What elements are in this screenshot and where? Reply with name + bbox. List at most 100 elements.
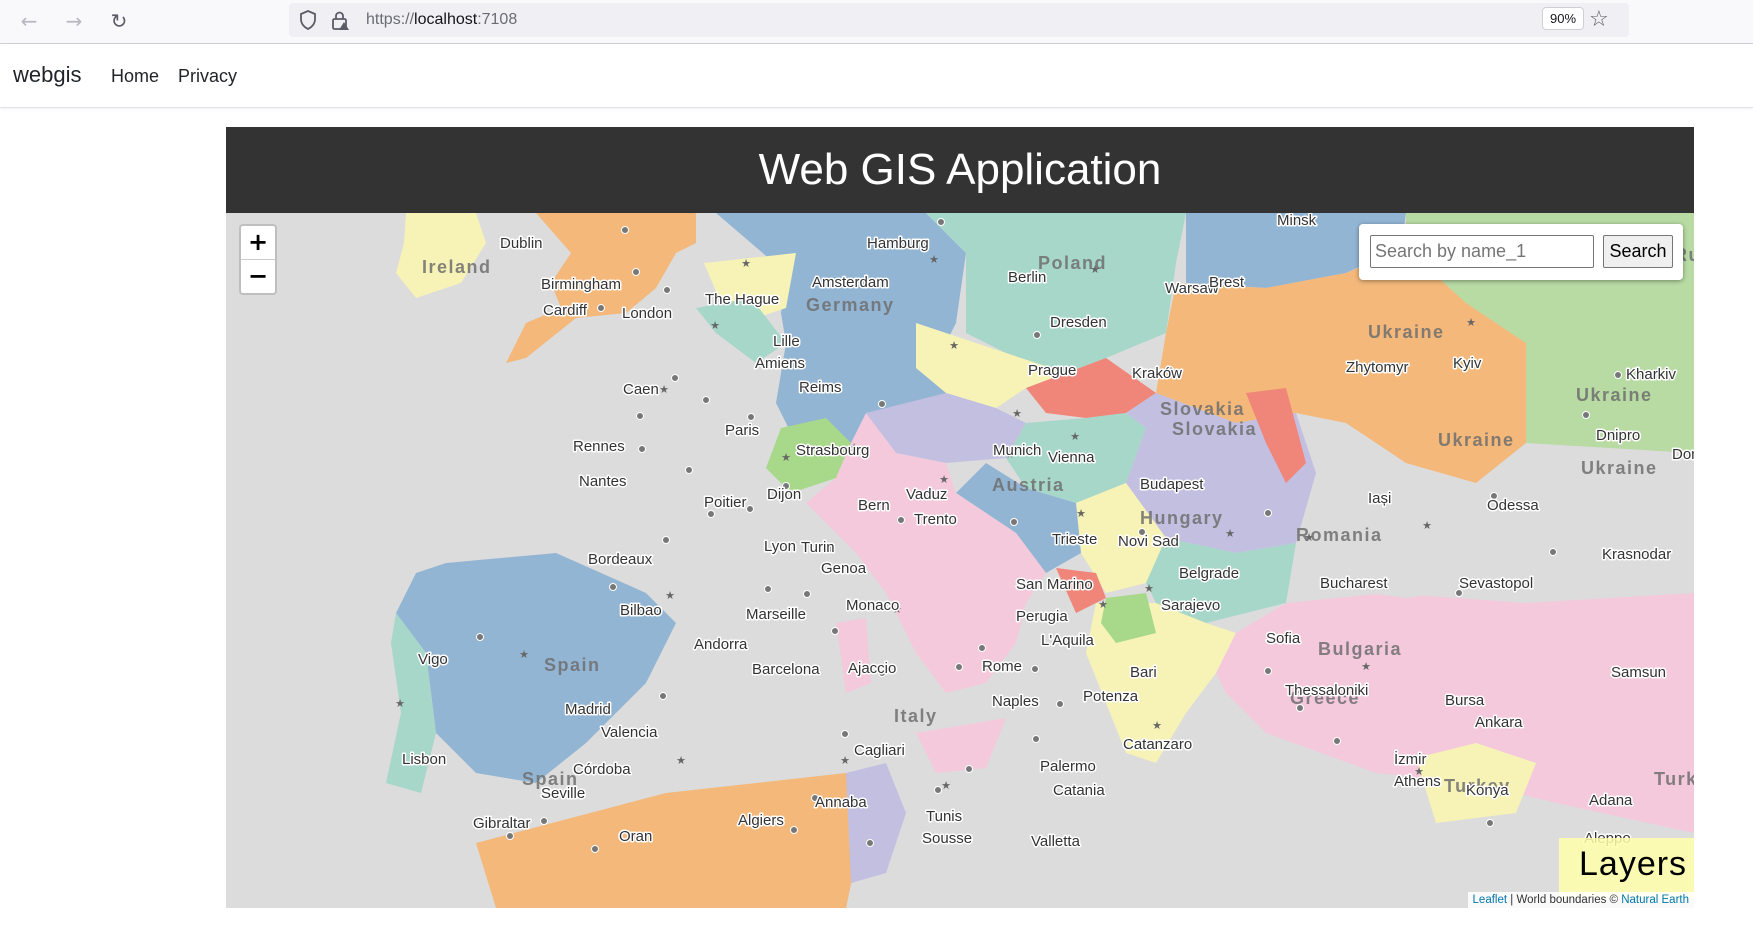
city-label: Marseille <box>746 606 806 623</box>
city-label: Naples <box>992 693 1039 710</box>
forward-arrow-icon[interactable]: → <box>59 6 89 36</box>
city-label: Strasbourg <box>796 442 869 459</box>
back-arrow-icon[interactable]: ← <box>14 6 44 36</box>
svg-text:★: ★ <box>939 473 949 486</box>
city-label: Bursa <box>1445 692 1485 709</box>
city-label: Adana <box>1589 792 1633 809</box>
city-label: Barcelona <box>752 661 820 678</box>
city-label: Ajaccio <box>848 660 896 677</box>
svg-text:★: ★ <box>929 253 939 266</box>
city-label: Reims <box>799 379 842 396</box>
browser-toolbar: ← → ↻ https://localhost:7108 90% ☆ <box>0 0 1753 44</box>
svg-text:★: ★ <box>941 779 951 792</box>
city-label: Hamburg <box>867 235 929 252</box>
reload-icon[interactable]: ↻ <box>104 6 134 36</box>
city-label: Prague <box>1028 362 1076 379</box>
layers-label: Layers <box>1579 845 1688 883</box>
city-label: Valletta <box>1031 833 1081 850</box>
bookmark-star-icon[interactable]: ☆ <box>1589 7 1609 32</box>
city-label: Kyiv <box>1453 355 1482 372</box>
city-label: London <box>622 305 672 322</box>
city-label: Vigo <box>418 651 448 668</box>
city-label: Amsterdam <box>812 274 889 291</box>
city-label: Munich <box>993 442 1041 459</box>
svg-text:★: ★ <box>1361 660 1371 673</box>
svg-text:★: ★ <box>1304 531 1314 544</box>
svg-text:★: ★ <box>665 589 675 602</box>
url-text: https://localhost:7108 <box>366 11 518 28</box>
city-label: Rennes <box>573 438 625 455</box>
search-input[interactable] <box>1370 235 1594 268</box>
natural-earth-link[interactable]: Natural Earth <box>1621 894 1689 906</box>
city-label: Bari <box>1130 664 1157 681</box>
city-label: Nantes <box>579 473 627 490</box>
city-label: Andorra <box>694 636 748 653</box>
svg-text:★: ★ <box>1152 719 1162 732</box>
city-label: Turin <box>801 539 835 556</box>
city-label: Poitier <box>704 494 747 511</box>
svg-text:★: ★ <box>1076 507 1086 520</box>
brand-link[interactable]: webgis <box>13 62 81 88</box>
city-label: Bern <box>858 497 890 514</box>
city-label: İzmir <box>1394 750 1427 768</box>
shield-icon[interactable] <box>297 9 319 31</box>
city-label: Amiens <box>755 355 805 372</box>
city-label: Dijon <box>767 486 801 503</box>
city-label: Sofia <box>1266 630 1301 647</box>
city-label: Lyon <box>764 538 796 555</box>
city-label-layer: ★ ★★ ★★★ ★★★ ★★★ ★★★ ★★★ ★★★ ★★★ ★★ ★ ★★ D… <box>395 213 1695 853</box>
city-label: Annaba <box>815 794 867 811</box>
city-label: Sarajevo <box>1161 597 1220 614</box>
svg-text:★: ★ <box>1144 582 1154 595</box>
city-label: Krasnodar <box>1602 546 1671 563</box>
zoom-in-button[interactable]: + <box>241 226 275 260</box>
city-label: Zhytomyr <box>1346 359 1409 376</box>
city-label: Tunis <box>926 808 962 825</box>
zoom-out-button[interactable]: − <box>241 260 275 293</box>
city-label: Bilbao <box>620 602 662 619</box>
svg-text:★: ★ <box>1012 407 1022 420</box>
leaflet-link[interactable]: Leaflet <box>1473 894 1508 906</box>
city-label: Trieste <box>1052 531 1097 548</box>
city-label: Valencia <box>601 724 658 741</box>
city-label: Kharkiv <box>1626 366 1677 383</box>
nav-home-link[interactable]: Home <box>111 66 159 87</box>
city-label: Bordeaux <box>588 551 653 568</box>
svg-text:★: ★ <box>1098 598 1108 611</box>
lock-warning-icon[interactable] <box>329 9 351 31</box>
city-label: Belgrade <box>1179 565 1239 582</box>
svg-text:★: ★ <box>659 383 669 396</box>
city-label: Don <box>1672 446 1694 463</box>
city-label: L'Aquila <box>1041 632 1095 649</box>
city-label: Thessaloniki <box>1285 682 1368 699</box>
search-button[interactable]: Search <box>1603 235 1673 268</box>
city-label: Lille <box>773 333 800 350</box>
svg-text:★: ★ <box>519 648 529 661</box>
map-container[interactable]: Ireland Germany Poland Ukraine Ukraine U… <box>226 213 1694 908</box>
city-label: Catanzaro <box>1123 736 1192 753</box>
city-label: Gibraltar <box>473 815 531 832</box>
city-label: Monaco <box>846 597 899 614</box>
svg-text:★: ★ <box>840 754 850 767</box>
city-labels: Dublin Birmingham Cardiff London The Hag… <box>401 213 1695 852</box>
nav-privacy-link[interactable]: Privacy <box>178 66 237 87</box>
zoom-control: + − <box>239 224 277 295</box>
svg-text:★: ★ <box>1070 430 1080 443</box>
svg-text:★: ★ <box>676 754 686 767</box>
zoom-level-badge[interactable]: 90% <box>1542 7 1585 30</box>
city-label: Dublin <box>500 235 543 252</box>
city-label: Ankara <box>1475 714 1523 731</box>
city-label: Bucharest <box>1320 575 1388 592</box>
city-label: Potenza <box>1083 688 1139 705</box>
layers-control[interactable]: Layers <box>1559 838 1694 898</box>
city-label: The Hague <box>705 291 779 308</box>
svg-text:★: ★ <box>1466 316 1476 329</box>
app-header: Web GIS Application <box>226 127 1694 213</box>
site-navbar: webgis Home Privacy <box>0 44 1753 108</box>
city-label: Trento <box>914 511 957 528</box>
address-bar[interactable]: https://localhost:7108 90% ☆ <box>289 3 1629 37</box>
city-label: Cagliari <box>854 742 905 759</box>
svg-text:★: ★ <box>741 257 751 270</box>
svg-text:★: ★ <box>781 451 791 464</box>
svg-text:★: ★ <box>1090 263 1100 276</box>
